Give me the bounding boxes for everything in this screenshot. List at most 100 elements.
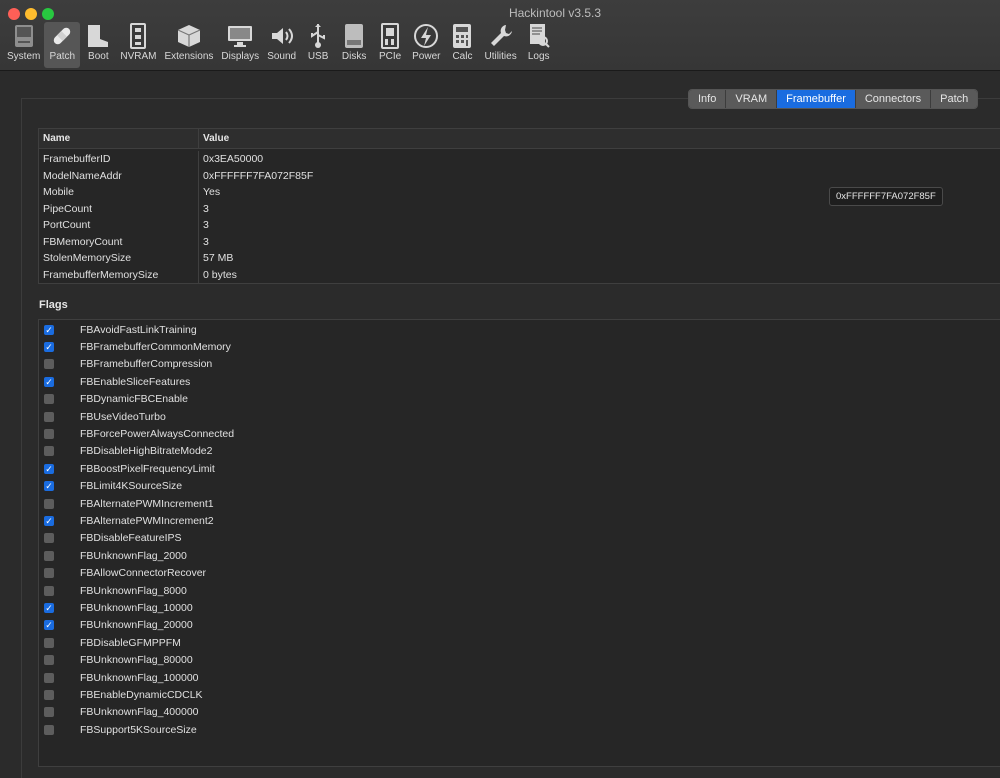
flag-row: FBUnknownFlag_2000 bbox=[39, 547, 1000, 564]
usb-icon bbox=[304, 22, 332, 49]
flag-checkbox[interactable] bbox=[44, 724, 54, 735]
flag-checkbox[interactable]: ✓ bbox=[44, 376, 54, 387]
calc-icon bbox=[448, 22, 476, 49]
toolbar-boot-button[interactable]: Boot bbox=[80, 22, 116, 68]
table-row[interactable]: ModelNameAddr 0xFFFFFF7FA072F85F bbox=[39, 167, 1000, 184]
flag-label: FBSupport5KSourceSize bbox=[80, 723, 197, 736]
flag-row: FBSupport5KSourceSize bbox=[39, 721, 1000, 738]
flag-checkbox[interactable]: ✓ bbox=[44, 515, 54, 526]
row-value: 57 MB bbox=[203, 252, 234, 264]
flag-row: ✓ FBFramebufferCommonMemory bbox=[39, 338, 1000, 355]
row-value: 0x3EA50000 bbox=[203, 153, 264, 165]
flag-row: FBDisableHighBitrateMode2 bbox=[39, 443, 1000, 460]
flag-checkbox[interactable]: ✓ bbox=[44, 463, 54, 474]
tab-vram[interactable]: VRAM bbox=[726, 90, 778, 108]
toolbar-calc-button[interactable]: Calc bbox=[444, 22, 480, 68]
extensions-icon bbox=[175, 22, 203, 49]
flag-checkbox[interactable] bbox=[44, 585, 54, 596]
toolbar-extensions-button[interactable]: Extensions bbox=[160, 22, 217, 68]
flag-label: FBDisableFeatureIPS bbox=[80, 532, 182, 545]
tab-patch[interactable]: Patch bbox=[931, 90, 978, 108]
table-header: Name Value bbox=[39, 129, 1000, 149]
flag-row: FBUnknownFlag_100000 bbox=[39, 669, 1000, 686]
system-icon bbox=[10, 22, 38, 49]
flag-label: FBAllowConnectorRecover bbox=[80, 567, 207, 580]
flag-row: FBUnknownFlag_400000 bbox=[39, 704, 1000, 721]
toolbar-label: Disks bbox=[341, 51, 367, 62]
flag-checkbox[interactable] bbox=[44, 498, 54, 509]
nvram-icon bbox=[124, 22, 152, 49]
toolbar-label: Boot bbox=[88, 51, 109, 62]
flag-label: FBDisableGFMPPFM bbox=[80, 636, 181, 649]
flag-checkbox[interactable] bbox=[44, 655, 54, 666]
toolbar-logs-button[interactable]: Logs bbox=[521, 22, 557, 68]
toolbar-nvram-button[interactable]: NVRAM bbox=[116, 22, 160, 68]
toolbar-power-button[interactable]: Power bbox=[408, 22, 444, 68]
toolbar-label: Power bbox=[412, 51, 441, 62]
flag-label: FBEnableDynamicCDCLK bbox=[80, 688, 203, 701]
tab-framebuffer[interactable]: Framebuffer bbox=[777, 90, 856, 108]
value-column-header[interactable]: Value bbox=[199, 129, 229, 148]
flag-row: FBDisableFeatureIPS bbox=[39, 530, 1000, 547]
table-row[interactable]: FBMemoryCount 3 bbox=[39, 233, 1000, 250]
toolbar-label: Extensions bbox=[164, 51, 214, 62]
flag-checkbox[interactable] bbox=[44, 689, 54, 700]
row-value: 3 bbox=[203, 219, 209, 231]
flag-checkbox[interactable]: ✓ bbox=[44, 342, 54, 353]
name-column-header[interactable]: Name bbox=[39, 129, 199, 148]
flag-label: FBAlternatePWMIncrement1 bbox=[80, 497, 214, 510]
flag-label: FBDynamicFBCEnable bbox=[80, 393, 188, 406]
flag-checkbox[interactable] bbox=[44, 550, 54, 561]
table-body: FramebufferID 0x3EA50000 ModelNameAddr 0xFF… bbox=[39, 149, 1000, 283]
toolbar-patch-button[interactable]: Patch bbox=[44, 22, 81, 68]
table-row[interactable]: PortCount 3 bbox=[39, 217, 1000, 234]
flag-label: FBUnknownFlag_2000 bbox=[80, 549, 187, 562]
toolbar-pcie-button[interactable]: PCIe bbox=[372, 22, 408, 68]
toolbar-disks-button[interactable]: Disks bbox=[336, 22, 372, 68]
displays-icon bbox=[226, 22, 254, 49]
flag-label: FBBoostPixelFrequencyLimit bbox=[80, 462, 215, 475]
row-name: StolenMemorySize bbox=[39, 250, 199, 267]
flags-title: Flags bbox=[39, 299, 68, 311]
tab-info[interactable]: Info bbox=[689, 90, 727, 108]
flag-row: ✓ FBEnableSliceFeatures bbox=[39, 373, 1000, 390]
toolbar-displays-button[interactable]: Displays bbox=[217, 22, 263, 68]
flag-row: ✓ FBUnknownFlag_10000 bbox=[39, 599, 1000, 616]
table-row[interactable]: StolenMemorySize 57 MB bbox=[39, 250, 1000, 267]
flag-checkbox[interactable] bbox=[44, 568, 54, 579]
toolbar: System Patch Boot NVRAM Extensions Displays So… bbox=[3, 22, 557, 68]
row-name: FBMemoryCount bbox=[39, 233, 199, 250]
flag-checkbox[interactable] bbox=[44, 533, 54, 544]
flag-checkbox[interactable]: ✓ bbox=[44, 620, 54, 631]
toolbar-usb-button[interactable]: USB bbox=[300, 22, 336, 68]
tab-connectors[interactable]: Connectors bbox=[855, 90, 932, 108]
toolbar-sound-button[interactable]: Sound bbox=[263, 22, 300, 68]
flag-row: FBEnableDynamicCDCLK bbox=[39, 686, 1000, 703]
flag-row: FBUseVideoTurbo bbox=[39, 408, 1000, 425]
flag-checkbox[interactable] bbox=[44, 429, 54, 440]
table-row[interactable]: FramebufferID 0x3EA50000 bbox=[39, 151, 1000, 168]
table-row[interactable]: FramebufferMemorySize 0 bytes bbox=[39, 266, 1000, 283]
flag-checkbox[interactable] bbox=[44, 446, 54, 457]
flag-checkbox[interactable] bbox=[44, 672, 54, 683]
flag-label: FBUnknownFlag_80000 bbox=[80, 654, 193, 667]
flag-checkbox[interactable]: ✓ bbox=[44, 602, 54, 613]
value-tooltip: 0xFFFFFF7FA072F85F bbox=[829, 187, 943, 206]
row-name: ModelNameAddr bbox=[39, 167, 199, 184]
patch-icon bbox=[48, 22, 76, 49]
flag-checkbox[interactable] bbox=[44, 394, 54, 405]
flag-checkbox[interactable] bbox=[44, 707, 54, 718]
flag-checkbox[interactable] bbox=[44, 637, 54, 648]
flag-checkbox[interactable]: ✓ bbox=[44, 324, 54, 335]
toolbar-system-button[interactable]: System bbox=[3, 22, 44, 68]
pcie-icon bbox=[376, 22, 404, 49]
row-value: 0 bytes bbox=[203, 268, 237, 281]
flag-checkbox[interactable] bbox=[44, 359, 54, 370]
flag-checkbox[interactable] bbox=[44, 411, 54, 422]
row-value: 0xFFFFFF7FA072F85F bbox=[203, 169, 314, 182]
toolbar-utilities-button[interactable]: Utilities bbox=[480, 22, 520, 68]
flag-row: FBUnknownFlag_80000 bbox=[39, 651, 1000, 668]
flag-checkbox[interactable]: ✓ bbox=[44, 481, 54, 492]
flag-label: FBForcePowerAlwaysConnected bbox=[80, 428, 235, 441]
flag-row: FBAlternatePWMIncrement1 bbox=[39, 495, 1000, 512]
